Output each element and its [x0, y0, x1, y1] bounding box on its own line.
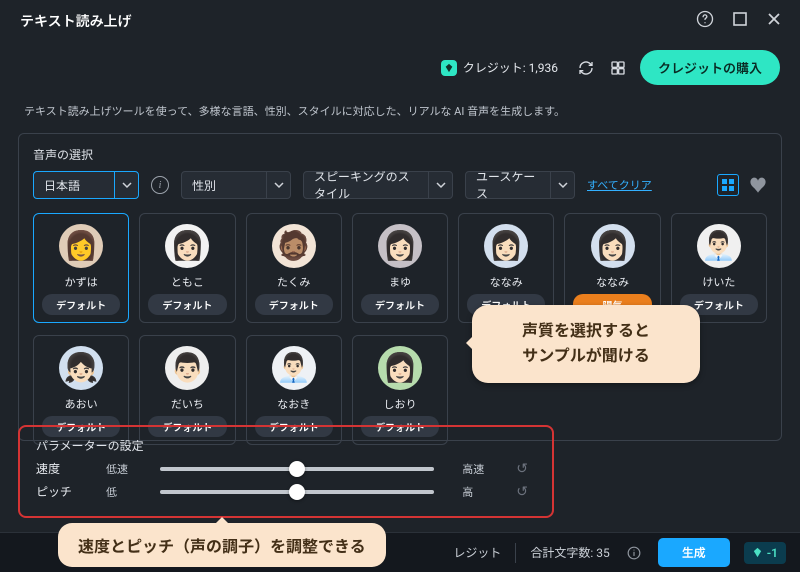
avatar: 👨🏻 [165, 346, 209, 390]
avatar: 👩🏻 [378, 346, 422, 390]
voice-name: ななみ [596, 274, 629, 290]
credits-label: クレジット: 1,936 [463, 59, 558, 76]
style-dropdown[interactable]: スピーキングのスタイル [303, 171, 453, 199]
voice-name: まゆ [389, 274, 411, 290]
chevron-down-icon [266, 172, 290, 198]
buy-credits-button[interactable]: クレジットの購入 [640, 50, 780, 85]
language-dropdown[interactable]: 日本語 [33, 171, 139, 199]
voice-badge: デフォルト [148, 294, 226, 315]
top-actions: クレジット: 1,936 クレジットの購入 [0, 42, 800, 87]
avatar: 👧🏻 [59, 346, 103, 390]
voice-badge: デフォルト [255, 294, 333, 315]
voice-name: しおり [383, 396, 416, 412]
voice-name: かずは [65, 274, 98, 290]
maximize-icon[interactable] [732, 11, 748, 31]
speed-slider-row: 速度 低速 高速 ↺ [36, 460, 528, 477]
info-icon-small[interactable] [624, 543, 644, 563]
speed-thumb[interactable] [289, 461, 305, 477]
callout-params: 速度とピッチ（声の調子）を調整できる [58, 523, 386, 567]
avatar: 👩 [59, 224, 103, 268]
pitch-label: ピッチ [36, 483, 78, 500]
speed-max-label: 高速 [462, 461, 488, 477]
pitch-reset-icon[interactable]: ↺ [516, 484, 528, 500]
panel-title: 音声の選択 [33, 146, 767, 163]
char-count-label: 合計文字数: 35 [530, 544, 609, 561]
speed-reset-icon[interactable]: ↺ [516, 461, 528, 477]
app-title: テキスト読み上げ [20, 11, 132, 31]
history-icon[interactable] [608, 58, 628, 78]
refresh-icon[interactable] [576, 58, 596, 78]
voice-name: なおき [277, 396, 310, 412]
grid-view-icon[interactable] [717, 174, 739, 196]
voice-name: けいた [702, 274, 735, 290]
close-icon[interactable] [766, 11, 782, 31]
avatar: 👩🏻 [378, 224, 422, 268]
usecase-dropdown[interactable]: ユースケース [465, 171, 575, 199]
voice-card[interactable]: 👩🏻 まゆデフォルト [352, 213, 448, 323]
voice-name: ともこ [171, 274, 204, 290]
credits-indicator: クレジット: 1,936 [435, 55, 564, 80]
avatar: 👨🏻‍💼 [272, 346, 316, 390]
voice-badge: デフォルト [42, 294, 120, 315]
gender-label: 性別 [182, 177, 266, 194]
parameters-box: パラメーターの設定 速度 低速 高速 ↺ ピッチ 低 高 ↺ [18, 425, 554, 518]
voice-card[interactable]: 👩 かずはデフォルト [33, 213, 129, 323]
parameters-title: パラメーターの設定 [36, 437, 528, 454]
tool-description: テキスト読み上げツールを使って、多様な言語、性別、スタイルに対応した、リアルな … [0, 87, 800, 133]
style-label: スピーキングのスタイル [304, 168, 428, 202]
pitch-min-label: 低 [106, 484, 132, 500]
pitch-max-label: 高 [462, 484, 488, 500]
clear-all-link[interactable]: すべてクリア [587, 177, 652, 193]
voice-name: だいち [171, 396, 204, 412]
voice-name: たくみ [277, 274, 310, 290]
voice-name: あおい [65, 396, 98, 412]
window-controls [696, 10, 782, 32]
voice-name: ななみ [490, 274, 523, 290]
diamond-icon [441, 60, 457, 76]
chevron-down-icon [550, 172, 574, 198]
voice-selection-panel: 音声の選択 日本語 i 性別 スピーキングのスタイル ユースケース すべてクリア… [18, 133, 782, 441]
avatar: 👩🏻 [591, 224, 635, 268]
avatar: 👩🏻 [484, 224, 528, 268]
gender-dropdown[interactable]: 性別 [181, 171, 291, 199]
title-bar: テキスト読み上げ [0, 0, 800, 42]
speed-slider[interactable] [160, 467, 434, 471]
generate-button[interactable]: 生成 [658, 538, 730, 567]
pitch-slider[interactable] [160, 490, 434, 494]
help-icon[interactable] [696, 10, 714, 32]
speed-label: 速度 [36, 460, 78, 477]
language-value: 日本語 [34, 177, 114, 194]
chevron-down-icon [428, 172, 452, 198]
generation-cost: -1 [744, 542, 786, 564]
avatar: 👩🏻 [165, 224, 209, 268]
credits-short: レジット [453, 544, 501, 561]
divider [515, 543, 516, 563]
voice-card[interactable]: 🧔🏽 たくみデフォルト [246, 213, 342, 323]
callout-sample: 声質を選択するとサンプルが聞ける [472, 305, 700, 383]
filter-row: 日本語 i 性別 スピーキングのスタイル ユースケース すべてクリア ♥ [33, 171, 767, 199]
usecase-label: ユースケース [466, 168, 550, 202]
pitch-slider-row: ピッチ 低 高 ↺ [36, 483, 528, 500]
avatar: 👨🏻‍💼 [697, 224, 741, 268]
voice-card[interactable]: 👩🏻 ともこデフォルト [139, 213, 235, 323]
speed-min-label: 低速 [106, 461, 132, 477]
pitch-thumb[interactable] [289, 484, 305, 500]
chevron-down-icon [114, 172, 138, 198]
voice-badge: デフォルト [361, 294, 439, 315]
favorites-icon[interactable]: ♥ [749, 172, 767, 198]
avatar: 🧔🏽 [272, 224, 316, 268]
info-icon[interactable]: i [151, 176, 169, 194]
